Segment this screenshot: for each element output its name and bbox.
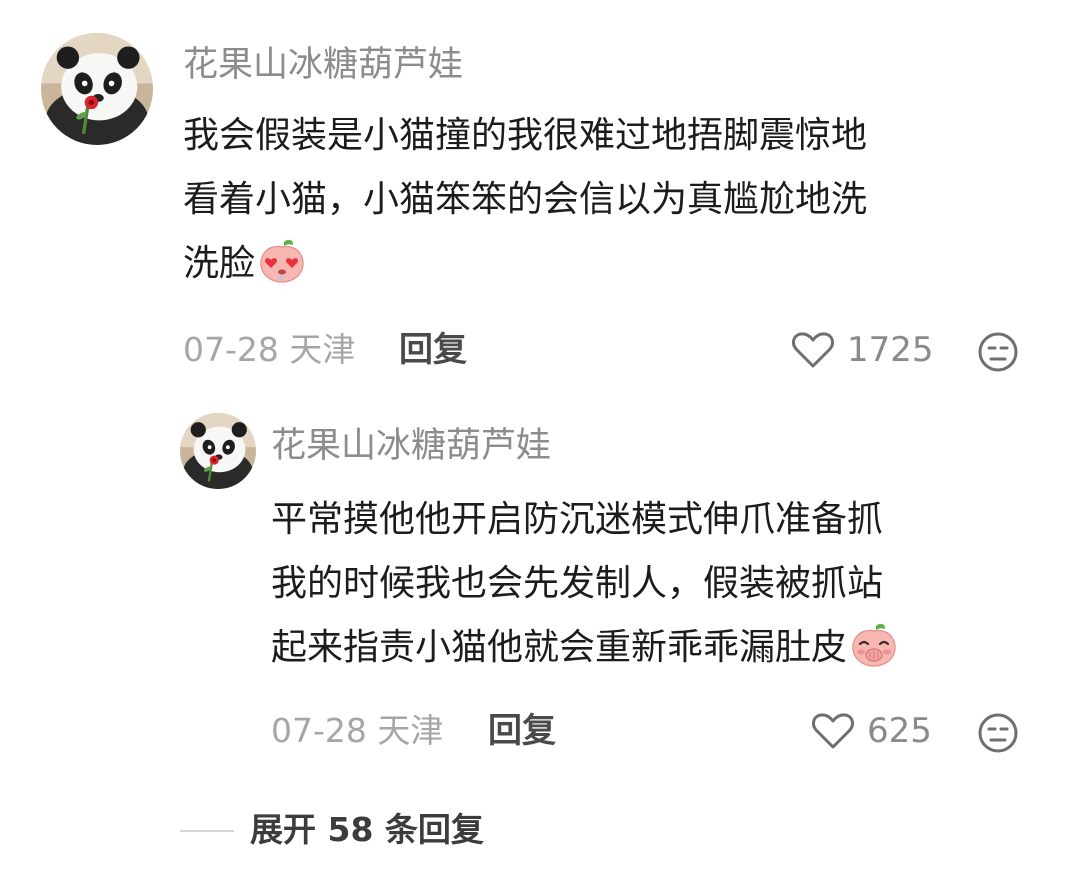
- reply-content-line: 平常摸他他开启防沉迷模式伸爪准备抓: [271, 499, 884, 540]
- reply-item: 花果山冰糖葫芦娃 平常摸他他开启防沉迷模式伸爪准备抓 我的时候我也会先发制人，假…: [0, 0, 1079, 780]
- heart-outline-icon: [812, 713, 854, 749]
- reply-button[interactable]: 回复: [488, 709, 556, 753]
- reply-content-line: 起来指责小猫他就会重新乖乖漏肚皮: [271, 616, 899, 680]
- expand-replies-label: 展开 58 条回复: [250, 810, 484, 849]
- like-count: 625: [867, 711, 932, 751]
- reply-username[interactable]: 花果山冰糖葫芦娃: [271, 425, 551, 467]
- like-button[interactable]: 625: [811, 709, 941, 753]
- expand-divider-line: [180, 830, 234, 832]
- reply-content: 平常摸他他开启防沉迷模式伸爪准备抓 我的时候我也会先发制人，假装被抓站 起来指责…: [271, 488, 899, 680]
- reply-content-text: 起来指责小猫他就会重新乖乖漏肚皮: [271, 627, 848, 668]
- expand-replies-button[interactable]: 展开 58 条回复: [180, 808, 580, 852]
- reply-meta-bar: 07-28 天津 回复 625: [0, 709, 1079, 753]
- panda-avatar-image: [180, 413, 256, 489]
- peach-cover-mouth-emoji: [849, 622, 899, 668]
- avatar[interactable]: [180, 413, 256, 489]
- comment-thread: 花果山冰糖葫芦娃 我会假装是小猫撞的我很难过地捂脚震惊地 看着小猫，小猫笨笨的会…: [0, 0, 1079, 875]
- meh-face-icon[interactable]: [977, 712, 1019, 754]
- reply-content-line: 我的时候我也会先发制人，假装被抓站: [271, 563, 884, 604]
- reply-date-location: 07-28 天津: [271, 711, 444, 750]
